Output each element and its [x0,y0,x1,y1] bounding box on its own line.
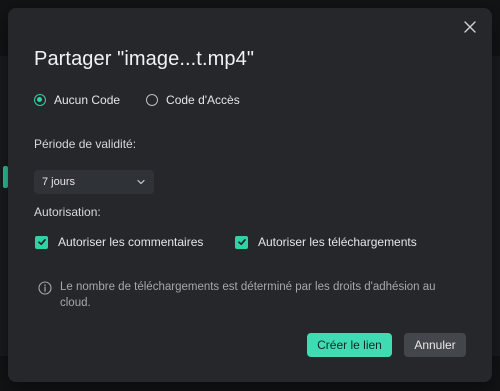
validity-label: Période de validité: [34,137,137,151]
validity-value: 7 jours [42,176,76,188]
close-button[interactable] [462,19,478,35]
radio-indicator [34,94,46,106]
checkbox-label: Autoriser les téléchargements [258,235,417,249]
radio-label: Code d'Accès [166,93,240,107]
background-left-panel [0,56,8,356]
authorization-label: Autorisation: [34,205,101,219]
share-dialog: Partager "image...t.mp4" Aucun Code Code… [8,8,492,382]
radio-label: Aucun Code [54,93,121,107]
checkbox-box [235,235,248,249]
allow-comments-checkbox[interactable]: Autoriser les commentaires [35,235,203,249]
info-text: Le nombre de téléchargements est détermi… [60,281,436,309]
cancel-button[interactable]: Annuler [404,333,466,357]
background-right-panel [492,56,500,356]
validity-dropdown[interactable]: 7 jours [34,170,154,194]
checkbox-box [35,235,48,249]
chevron-down-icon [137,179,145,185]
check-icon [237,239,246,245]
create-link-button[interactable]: Créer le lien [307,333,392,357]
radio-access-code[interactable]: Code d'Accès [146,93,240,107]
checkbox-label: Autoriser les commentaires [58,235,204,249]
dialog-title: Partager "image...t.mp4" [34,48,255,70]
allow-downloads-checkbox[interactable]: Autoriser les téléchargements [235,235,417,249]
close-icon [464,21,476,33]
info-note: Le nombre de téléchargements est détermi… [38,279,458,311]
check-icon [37,239,46,245]
radio-no-code[interactable]: Aucun Code [34,93,120,107]
radio-indicator [146,94,159,106]
info-icon [38,281,52,295]
access-options: Aucun Code Code d'Accès [34,93,266,107]
